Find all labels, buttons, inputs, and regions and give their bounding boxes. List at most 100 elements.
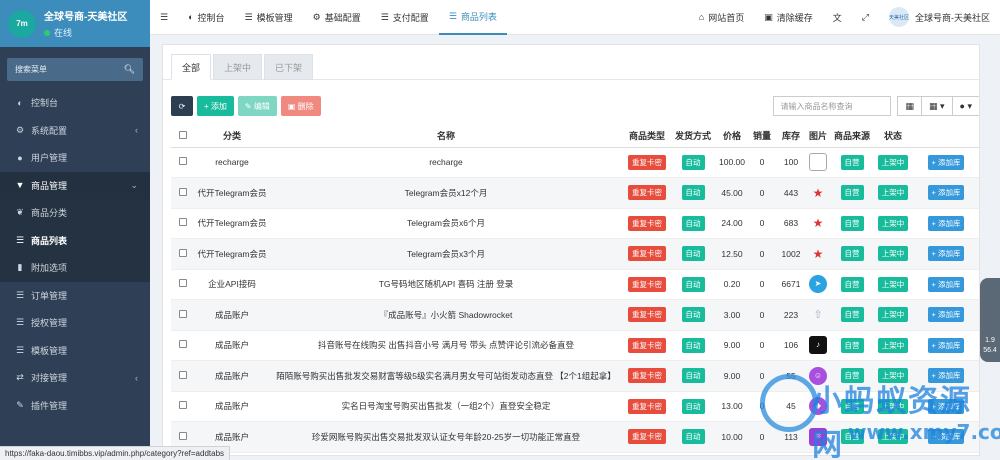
tiktok-icon[interactable]: ♪ [809, 336, 827, 355]
sidebar-item-goods-list[interactable]: ☰ 商品列表 [0, 226, 150, 254]
column-header-source[interactable]: 商品来源 [829, 125, 875, 148]
status-toggle[interactable]: 上架中 [877, 398, 909, 414]
table-row[interactable]: 成品账户 实名日号淘宝号购买出售批发（一组2个）直登安全稳定 重复卡密 自动 13.00… [171, 391, 979, 422]
columns-toggle-button[interactable]: ▦ ▾ [921, 96, 953, 116]
add-stock-button[interactable]: + 添加库 [927, 398, 965, 414]
add-stock-button[interactable]: + 添加库 [927, 246, 965, 262]
star-icon[interactable]: ★ [809, 245, 827, 263]
clear-cache-button[interactable]: ▣ 清除缓存 [754, 0, 823, 35]
add-stock-button[interactable]: + 添加库 [927, 337, 965, 353]
avatar[interactable]: 天美社区 [889, 7, 909, 27]
table-view-button[interactable]: ▦ [897, 96, 922, 116]
table-row[interactable]: 代开Telegram会员 Telegram会员x6个月 重复卡密 自动 24.00 0 68… [171, 208, 979, 239]
row-checkbox[interactable] [171, 330, 195, 361]
zhenai-icon[interactable]: 珍 [809, 427, 827, 446]
column-header-stock[interactable]: 库存 [775, 125, 807, 148]
checkbox-icon[interactable] [179, 187, 187, 196]
star-icon[interactable]: ★ [809, 214, 827, 232]
column-header-delivery[interactable]: 发货方式 [671, 125, 715, 148]
tab-all[interactable]: 全部 [171, 54, 212, 80]
sidebar-item-extra-options[interactable]: ▮ 附加选项 [0, 254, 150, 282]
translate-icon[interactable]: 文 [833, 11, 842, 24]
column-header-status[interactable]: 状态 [875, 125, 911, 148]
user-export-icon[interactable]: ● ▾ [960, 101, 972, 112]
table-row[interactable]: 代开Telegram会员 Telegram会员x12个月 重复卡密 自动 45.00 0 4… [171, 177, 979, 209]
menu-search-input[interactable]: 搜索菜单 [15, 64, 124, 75]
table-row[interactable]: 代开Telegram会员 Telegram会员x3个月 重复卡密 自动 12.50 0 10… [171, 238, 979, 270]
add-button[interactable]: + 添加 [197, 96, 234, 116]
menu-toggle-button[interactable]: ☰ [150, 0, 178, 35]
refresh-button[interactable]: ⟳ [171, 96, 193, 116]
sidebar-item-users[interactable]: ● 用户管理 [0, 144, 150, 172]
tab-payment-config[interactable]: ☰ 支付配置 [371, 0, 439, 35]
checkbox-icon[interactable] [179, 157, 187, 166]
checkbox-icon[interactable] [179, 218, 187, 227]
tab-off-sale[interactable]: 已下架 [264, 54, 314, 80]
column-header-type[interactable]: 商品类型 [623, 125, 671, 148]
checkbox-icon[interactable] [179, 130, 187, 139]
column-header-category[interactable]: 分类 [195, 125, 269, 148]
sidebar-item-docking[interactable]: ⇄ 对接管理 ‹ [0, 364, 150, 392]
table-icon[interactable]: ▦ [905, 101, 914, 112]
telegram-icon[interactable]: ➤ [809, 275, 827, 294]
status-toggle[interactable]: 上架中 [877, 307, 909, 323]
status-toggle[interactable]: 上架中 [877, 246, 909, 262]
export-button[interactable]: ● ▾ [951, 96, 979, 116]
status-toggle[interactable]: 上架中 [877, 368, 909, 384]
grid-icon[interactable]: ▦ ▾ [929, 101, 945, 112]
row-checkbox[interactable] [171, 208, 195, 239]
star-icon[interactable]: ★ [809, 184, 827, 202]
sidebar-item-goods[interactable]: ▼ 商品管理 ⌄ [0, 171, 150, 199]
user-name[interactable]: 全球号商-天美社区 [915, 11, 990, 24]
row-checkbox[interactable] [171, 269, 195, 300]
column-header-image[interactable]: 图片 [807, 125, 829, 148]
broken-image-icon[interactable] [809, 153, 827, 172]
checkbox-icon[interactable] [179, 248, 187, 257]
table-row[interactable]: 企业API接码 TG号码地区随机API 喜码 注册 登录 重复卡密 自动 0.20 0 66… [171, 269, 979, 300]
tab-dashboard[interactable]: ◐ 控制台 [178, 0, 234, 35]
refresh-icon[interactable]: ⟳ [179, 102, 186, 111]
site-home-link[interactable]: ⌂ 网站首页 [689, 0, 754, 35]
add-stock-button[interactable]: + 添加库 [927, 307, 965, 323]
column-header-price[interactable]: 价格 [715, 125, 749, 148]
row-checkbox[interactable] [171, 391, 195, 422]
sidebar-item-goods-category[interactable]: ❦ 商品分类 [0, 199, 150, 227]
table-row[interactable]: 成品账户 抖音账号在线购买 出售抖音小号 满月号 带头 点赞评论引流必备直登 重复卡… [171, 330, 979, 361]
add-stock-button[interactable]: + 添加库 [927, 429, 965, 445]
status-toggle[interactable]: 上架中 [877, 337, 909, 353]
row-checkbox[interactable] [171, 177, 195, 209]
row-checkbox[interactable] [171, 360, 195, 392]
add-stock-button[interactable]: + 添加库 [927, 154, 965, 170]
momo-icon[interactable]: ☺ [809, 366, 827, 385]
sidebar-item-orders[interactable]: ☰ 订单管理 [0, 282, 150, 310]
status-toggle[interactable]: 上架中 [877, 154, 909, 170]
table-row[interactable]: recharge recharge 重复卡密 自动 100.00 0 100 自营 上架中 + 添… [171, 147, 979, 178]
row-checkbox[interactable] [171, 299, 195, 331]
tab-goods-list[interactable]: ☰ 商品列表 [438, 0, 507, 35]
tab-on-sale[interactable]: 上架中 [213, 54, 263, 80]
add-stock-button[interactable]: + 添加库 [927, 276, 965, 292]
search-icon[interactable]: 🔍︎ [124, 64, 135, 75]
sidebar-item-system-config[interactable]: ⚙ 系统配置 ‹ [0, 117, 150, 145]
shield-icon[interactable]: ◆ [809, 397, 827, 416]
sidebar-item-dashboard[interactable]: ◐ 控制台 [0, 89, 150, 117]
table-row[interactable]: 成品账户 『成品账号』小火箭 Shadowrocket 重复卡密 自动 3.00 0 223… [171, 299, 979, 331]
delete-button[interactable]: ▣ 删除 [280, 96, 321, 116]
language-button[interactable]: 文 [823, 0, 852, 35]
status-toggle[interactable]: 上架中 [877, 276, 909, 292]
checkbox-icon[interactable] [179, 431, 187, 440]
checkbox-icon[interactable] [179, 309, 187, 318]
add-stock-button[interactable]: + 添加库 [927, 215, 965, 231]
row-checkbox[interactable] [171, 147, 195, 178]
status-toggle[interactable]: 上架中 [877, 429, 909, 445]
status-toggle[interactable]: 上架中 [877, 185, 909, 201]
edit-button[interactable]: ✎ 编辑 [237, 96, 277, 116]
fullscreen-icon[interactable]: ⤢ [862, 12, 869, 23]
sidebar-item-plugins[interactable]: ✎ 插件管理 [0, 392, 150, 420]
column-header-sales[interactable]: 销量 [749, 125, 775, 148]
checkbox-icon[interactable] [179, 370, 187, 379]
status-toggle[interactable]: 上架中 [877, 215, 909, 231]
speed-widget[interactable]: 1.9 56.4 [980, 278, 1000, 362]
sidebar-item-templates[interactable]: ☰ 模板管理 [0, 337, 150, 365]
checkbox-icon[interactable] [179, 340, 187, 349]
